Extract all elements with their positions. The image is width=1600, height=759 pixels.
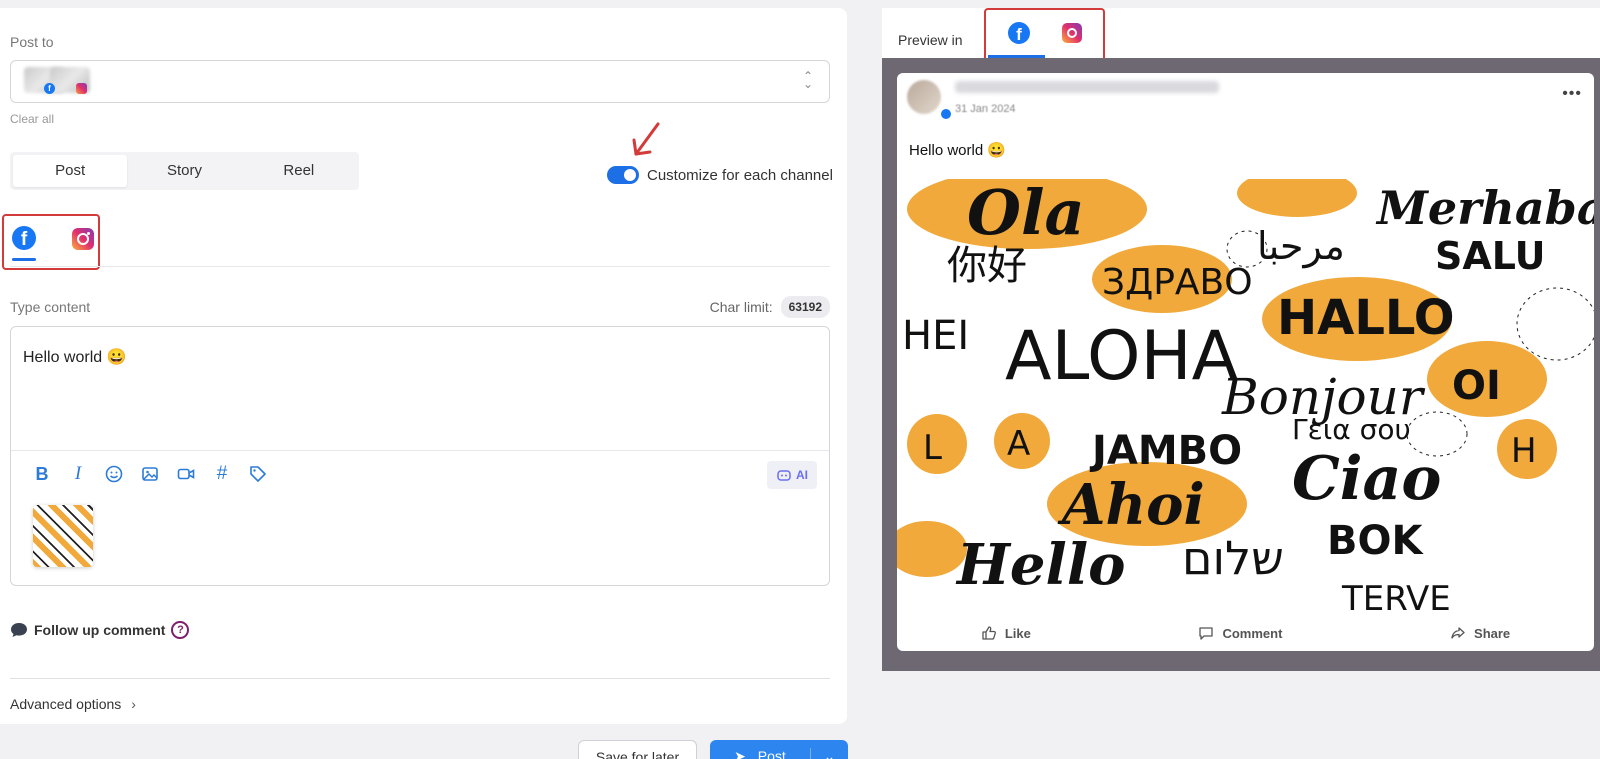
facebook-icon: [941, 109, 951, 119]
active-tab-indicator: [12, 258, 36, 261]
advanced-options[interactable]: Advanced options ›: [10, 696, 136, 712]
post-button[interactable]: ➤ Post ⌄: [710, 740, 848, 759]
facebook-preview-tab-icon[interactable]: f: [1008, 22, 1030, 44]
preview-header: Preview in f: [882, 8, 1600, 66]
image-word: Γεια σου: [1292, 413, 1411, 446]
post-actions: Like Comment Share: [897, 618, 1594, 648]
share-action[interactable]: Share: [1450, 625, 1510, 641]
post-image: Ola Merhaba SALU 你好 ЗДРАВО مرحبا HEI ALO…: [897, 179, 1594, 610]
customize-toggle-row: Customize for each channel: [607, 166, 833, 184]
follow-up-label: Follow up comment: [34, 622, 166, 638]
like-label: Like: [1004, 625, 1031, 641]
advanced-options-label: Advanced options: [10, 696, 122, 712]
image-word: TERVE: [1341, 579, 1451, 610]
more-options-icon[interactable]: •••: [1562, 85, 1582, 103]
save-for-later-button[interactable]: Save for later: [578, 740, 697, 759]
image-word: OI: [1452, 363, 1501, 409]
channel-select[interactable]: f ⌃ ⌄: [10, 60, 830, 103]
chevron-right-icon: ›: [131, 696, 136, 712]
help-icon[interactable]: ?: [171, 621, 190, 639]
image-word: Merhaba: [1375, 181, 1594, 235]
bold-icon[interactable]: B: [33, 464, 51, 484]
image-word: Ola: [967, 179, 1085, 249]
post-date: 31 Jan 2024: [955, 103, 1016, 115]
comment-label: Comment: [1222, 625, 1283, 641]
customize-toggle[interactable]: [607, 166, 639, 184]
page-name-blurred: [955, 81, 1219, 93]
chevron-down-icon[interactable]: ⌄: [810, 748, 848, 759]
char-limit-badge: 63192: [780, 296, 830, 318]
image-word: L: [923, 428, 942, 468]
preview-panel: Preview in f 31 Jan 2024 ••• Hello world…: [882, 8, 1600, 671]
formatting-toolbar: B I #: [33, 463, 267, 484]
image-word: ALOHA: [1005, 317, 1238, 396]
ai-label: AI: [796, 468, 808, 482]
post-to-label: Post to: [10, 34, 54, 50]
divider: [10, 266, 830, 267]
instagram-preview-tab-icon[interactable]: [1062, 23, 1082, 43]
content-editor[interactable]: Hello world 😀 B I # AI: [10, 326, 830, 586]
avatar: [907, 80, 941, 114]
image-word: BOK: [1327, 518, 1424, 564]
ai-assist-button[interactable]: AI: [767, 461, 817, 489]
hashtag-icon[interactable]: #: [213, 463, 231, 484]
channel-tabs: f: [2, 214, 100, 270]
share-icon: [1451, 627, 1465, 639]
divider: [11, 450, 829, 451]
image-word: A: [1007, 424, 1030, 464]
annotation-arrow-icon: [632, 122, 660, 156]
italic-icon[interactable]: I: [69, 463, 87, 484]
comment-icon: [1199, 627, 1214, 640]
content-text[interactable]: Hello world 😀: [23, 347, 127, 367]
facebook-post-preview: 31 Jan 2024 ••• Hello world 😀 Ola Merhab…: [897, 73, 1594, 651]
customize-label: Customize for each channel: [647, 166, 833, 184]
image-word: Ahoi: [1057, 472, 1205, 538]
char-limit: Char limit: 63192: [710, 296, 830, 318]
preview-label: Preview in: [898, 32, 963, 48]
clear-all-link[interactable]: Clear all: [10, 112, 54, 126]
comment-action[interactable]: Comment: [1198, 625, 1282, 641]
like-action[interactable]: Like: [981, 625, 1031, 641]
preview-body: 31 Jan 2024 ••• Hello world 😀 Ola Merhab…: [882, 58, 1600, 671]
tab-story[interactable]: Story: [127, 155, 241, 187]
image-word: JAMBO: [1089, 428, 1242, 474]
post-editor-panel: Post to f ⌃ ⌄ Clear all Post Story Reel C…: [0, 8, 847, 724]
tab-post[interactable]: Post: [13, 155, 128, 187]
like-icon: [982, 626, 996, 640]
image-word: H: [1511, 431, 1537, 471]
video-icon[interactable]: [177, 465, 195, 483]
image-word: Hello: [955, 532, 1125, 598]
image-word: مرحبا: [1257, 224, 1345, 269]
image-word: ЗДРАВО: [1102, 262, 1253, 303]
instagram-tab-icon[interactable]: [72, 228, 94, 250]
emoji-icon[interactable]: [105, 465, 123, 483]
tab-reel[interactable]: Reel: [242, 155, 356, 187]
image-word: Ciao: [1292, 444, 1441, 514]
post-button-label: Post: [757, 748, 786, 759]
post-type-tabs: Post Story Reel: [10, 152, 359, 190]
image-word: שלום: [1182, 531, 1284, 585]
selected-channel-avatars: f: [24, 67, 90, 95]
divider: [10, 678, 830, 679]
facebook-icon: f: [44, 83, 55, 94]
robot-icon: [777, 470, 791, 481]
image-icon[interactable]: [141, 465, 159, 483]
follow-up-comment[interactable]: Follow up comment ?: [10, 621, 190, 639]
image-word: 你好: [947, 243, 1027, 289]
post-text: Hello world 😀: [909, 142, 1007, 159]
char-limit-label: Char limit:: [709, 299, 773, 315]
post-button-main[interactable]: ➤ Post: [710, 748, 810, 759]
share-label: Share: [1474, 625, 1511, 641]
comment-bubble-icon: [11, 623, 27, 637]
tag-icon[interactable]: [249, 465, 267, 483]
facebook-tab-icon[interactable]: f: [12, 226, 36, 250]
type-content-label: Type content: [10, 299, 91, 315]
attached-image-thumbnail[interactable]: [33, 505, 93, 567]
image-word: SALU: [1435, 234, 1546, 278]
instagram-icon: [76, 83, 87, 94]
image-word: HALLO: [1277, 290, 1455, 346]
image-word: HEI: [902, 313, 969, 359]
send-icon: ➤: [734, 748, 746, 759]
chevron-updown-icon: ⌃ ⌄: [802, 69, 813, 91]
